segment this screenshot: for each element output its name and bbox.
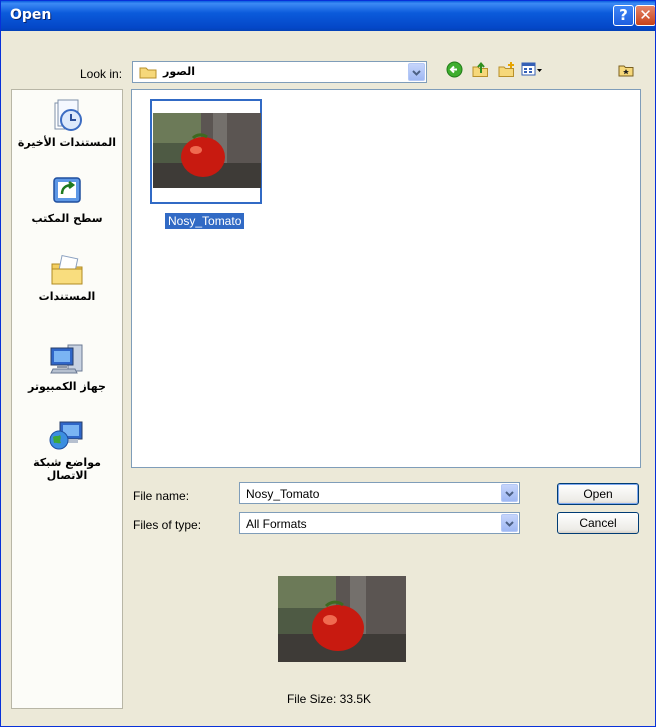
file-name-field-label: File name: bbox=[133, 489, 190, 503]
file-name-label[interactable]: Nosy_Tomato bbox=[163, 212, 246, 230]
chevron-down-icon bbox=[412, 70, 421, 76]
open-dialog: Open ? ✕ Look in: الصور المستندات الأخير… bbox=[0, 0, 656, 727]
place-label-computer: جهاز الكمبيوتر bbox=[27, 380, 106, 393]
view-menu-icon[interactable] bbox=[521, 61, 543, 78]
look-in-dropdown[interactable]: الصور bbox=[132, 61, 427, 83]
my-documents-icon bbox=[51, 254, 83, 285]
look-in-value: الصور bbox=[163, 65, 195, 78]
file-size-label: File Size: 33.5K bbox=[286, 692, 372, 706]
place-network[interactable]: مواضع شبكة الاتصال bbox=[12, 418, 122, 482]
cancel-button[interactable]: Cancel bbox=[557, 512, 639, 534]
help-button[interactable]: ? bbox=[613, 5, 634, 26]
place-recent-documents[interactable]: المستندات الأخيرة bbox=[12, 98, 122, 149]
look-in-dropdown-arrow[interactable] bbox=[408, 63, 425, 81]
place-label-documents: المستندات bbox=[38, 290, 96, 303]
back-arrow-icon[interactable] bbox=[446, 61, 463, 78]
folder-icon bbox=[139, 67, 157, 79]
place-desktop[interactable]: سطح المكتب bbox=[12, 174, 122, 225]
look-in-label: Look in: bbox=[80, 67, 123, 81]
my-computer-icon bbox=[50, 344, 83, 374]
recent-documents-icon bbox=[54, 99, 82, 131]
new-folder-icon[interactable] bbox=[498, 61, 516, 78]
tomato-photo-preview bbox=[278, 576, 406, 662]
place-label-network: مواضع شبكة الاتصال bbox=[33, 456, 101, 482]
open-button[interactable]: Open bbox=[557, 483, 639, 505]
place-my-computer[interactable]: جهاز الكمبيوتر bbox=[12, 342, 122, 393]
window-title: Open bbox=[10, 7, 52, 23]
file-thumbnail[interactable] bbox=[150, 99, 262, 204]
desktop-icon bbox=[53, 177, 81, 203]
close-button[interactable]: ✕ bbox=[635, 5, 655, 26]
file-name-field[interactable]: Nosy_Tomato bbox=[239, 482, 520, 504]
title-bar[interactable]: Open ? ✕ bbox=[1, 1, 655, 31]
place-label-recent: المستندات الأخيرة bbox=[17, 136, 117, 149]
file-name-value: Nosy_Tomato bbox=[246, 487, 320, 501]
file-name-dropdown-arrow[interactable] bbox=[501, 484, 518, 502]
network-places-icon bbox=[49, 421, 83, 450]
chevron-down-icon bbox=[505, 521, 514, 527]
chevron-down-icon bbox=[505, 491, 514, 497]
up-folder-icon[interactable] bbox=[472, 61, 489, 78]
places-bar: المستندات الأخيرة سطح المكتب المستندات ج… bbox=[11, 89, 123, 709]
files-of-type-value: All Formats bbox=[246, 517, 307, 531]
files-of-type-dropdown[interactable]: All Formats bbox=[239, 512, 520, 534]
file-list[interactable]: Nosy_Tomato bbox=[131, 89, 641, 468]
files-of-type-dropdown-arrow[interactable] bbox=[501, 514, 518, 532]
favorites-folder-icon[interactable] bbox=[618, 63, 634, 77]
place-my-documents[interactable]: المستندات bbox=[12, 252, 122, 303]
tomato-photo-thumbnail bbox=[153, 113, 261, 188]
files-of-type-label: Files of type: bbox=[133, 518, 202, 532]
place-label-desktop: سطح المكتب bbox=[31, 212, 103, 225]
